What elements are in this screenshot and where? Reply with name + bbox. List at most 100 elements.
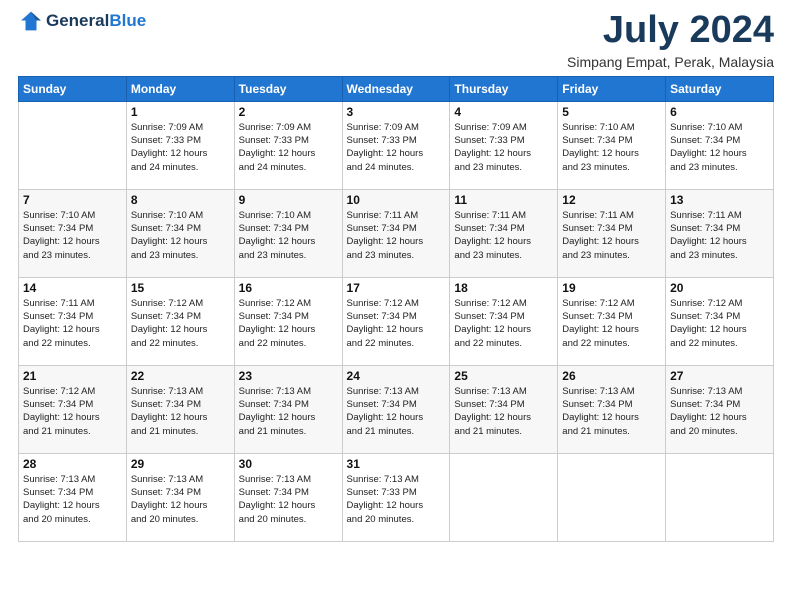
month-title: July 2024 xyxy=(567,10,774,52)
calendar-cell: 2 Sunrise: 7:09 AMSunset: 7:33 PMDaylight… xyxy=(234,101,342,189)
calendar-cell: 5 Sunrise: 7:10 AMSunset: 7:34 PMDaylight… xyxy=(558,101,666,189)
day-number: 7 xyxy=(23,193,122,207)
calendar-cell: 16 Sunrise: 7:12 AMSunset: 7:34 PMDayligh… xyxy=(234,277,342,365)
day-number: 10 xyxy=(347,193,446,207)
calendar-cell: 3 Sunrise: 7:09 AMSunset: 7:33 PMDaylight… xyxy=(342,101,450,189)
calendar-week-row: 7 Sunrise: 7:10 AMSunset: 7:34 PMDaylight… xyxy=(19,189,774,277)
page: GeneralBlue July 2024 Simpang Empat, Per… xyxy=(0,0,792,612)
day-number: 17 xyxy=(347,281,446,295)
day-number: 22 xyxy=(131,369,230,383)
day-info: Sunrise: 7:13 AMSunset: 7:34 PMDaylight:… xyxy=(239,473,338,526)
calendar-cell: 15Sunrise: 7:12 AMSunset: 7:34 PMDayligh… xyxy=(126,277,234,365)
calendar-cell: 22 Sunrise: 7:13 AMSunset: 7:34 PMDayligh… xyxy=(126,365,234,453)
day-number: 13 xyxy=(670,193,769,207)
day-info: Sunrise: 7:12 AMSunset: 7:34 PMDaylight:… xyxy=(562,297,661,350)
calendar-cell: 17 Sunrise: 7:12 AMSunset: 7:34 PMDayligh… xyxy=(342,277,450,365)
calendar-week-row: 1 Sunrise: 7:09 AMSunset: 7:33 PMDaylight… xyxy=(19,101,774,189)
calendar-cell xyxy=(666,453,774,541)
day-number: 19 xyxy=(562,281,661,295)
calendar-week-row: 28 Sunrise: 7:13 AMSunset: 7:34 PMDayligh… xyxy=(19,453,774,541)
day-info: Sunrise: 7:12 AMSunset: 7:34 PMDaylight:… xyxy=(23,385,122,438)
weekday-header: Thursday xyxy=(450,76,558,101)
calendar-cell: 27 Sunrise: 7:13 AMSunset: 7:34 PMDayligh… xyxy=(666,365,774,453)
calendar-cell: 10Sunrise: 7:11 AMSunset: 7:34 PMDayligh… xyxy=(342,189,450,277)
day-info: Sunrise: 7:13 AMSunset: 7:34 PMDaylight:… xyxy=(454,385,553,438)
calendar-cell: 21 Sunrise: 7:12 AMSunset: 7:34 PMDayligh… xyxy=(19,365,127,453)
day-number: 20 xyxy=(670,281,769,295)
day-number: 29 xyxy=(131,457,230,471)
day-info: Sunrise: 7:10 AMSunset: 7:34 PMDaylight:… xyxy=(23,209,122,262)
calendar-cell: 14 Sunrise: 7:11 AMSunset: 7:34 PMDayligh… xyxy=(19,277,127,365)
day-info: Sunrise: 7:09 AMSunset: 7:33 PMDaylight:… xyxy=(131,121,230,174)
calendar-cell: 9Sunrise: 7:10 AMSunset: 7:34 PMDaylight… xyxy=(234,189,342,277)
calendar-cell: 26 Sunrise: 7:13 AMSunset: 7:34 PMDayligh… xyxy=(558,365,666,453)
day-number: 14 xyxy=(23,281,122,295)
day-info: Sunrise: 7:10 AMSunset: 7:34 PMDaylight:… xyxy=(562,121,661,174)
day-info: Sunrise: 7:12 AMSunset: 7:34 PMDaylight:… xyxy=(239,297,338,350)
day-info: Sunrise: 7:09 AMSunset: 7:33 PMDaylight:… xyxy=(454,121,553,174)
weekday-header: Wednesday xyxy=(342,76,450,101)
calendar-cell: 4 Sunrise: 7:09 AMSunset: 7:33 PMDaylight… xyxy=(450,101,558,189)
day-info: Sunrise: 7:13 AMSunset: 7:34 PMDaylight:… xyxy=(131,473,230,526)
day-info: Sunrise: 7:11 AMSunset: 7:34 PMDaylight:… xyxy=(23,297,122,350)
day-number: 16 xyxy=(239,281,338,295)
day-info: Sunrise: 7:12 AMSunset: 7:34 PMDaylight:… xyxy=(347,297,446,350)
calendar-week-row: 14 Sunrise: 7:11 AMSunset: 7:34 PMDayligh… xyxy=(19,277,774,365)
calendar-cell: 30 Sunrise: 7:13 AMSunset: 7:34 PMDayligh… xyxy=(234,453,342,541)
day-info: Sunrise: 7:13 AMSunset: 7:34 PMDaylight:… xyxy=(131,385,230,438)
day-info: Sunrise: 7:10 AMSunset: 7:34 PMDaylight:… xyxy=(670,121,769,174)
day-number: 26 xyxy=(562,369,661,383)
day-info: Sunrise: 7:11 AMSunset: 7:34 PMDaylight:… xyxy=(562,209,661,262)
day-number: 30 xyxy=(239,457,338,471)
day-number: 15 xyxy=(131,281,230,295)
day-number: 6 xyxy=(670,105,769,119)
day-info: Sunrise: 7:10 AMSunset: 7:34 PMDaylight:… xyxy=(131,209,230,262)
calendar-table: SundayMondayTuesdayWednesdayThursdayFrid… xyxy=(18,76,774,542)
calendar-cell: 11 Sunrise: 7:11 AMSunset: 7:34 PMDayligh… xyxy=(450,189,558,277)
day-number: 5 xyxy=(562,105,661,119)
logo-general: General xyxy=(46,11,109,30)
day-info: Sunrise: 7:13 AMSunset: 7:34 PMDaylight:… xyxy=(562,385,661,438)
calendar-cell: 7 Sunrise: 7:10 AMSunset: 7:34 PMDaylight… xyxy=(19,189,127,277)
day-number: 31 xyxy=(347,457,446,471)
day-number: 23 xyxy=(239,369,338,383)
calendar-cell: 13 Sunrise: 7:11 AMSunset: 7:34 PMDayligh… xyxy=(666,189,774,277)
day-info: Sunrise: 7:13 AMSunset: 7:34 PMDaylight:… xyxy=(347,385,446,438)
day-number: 3 xyxy=(347,105,446,119)
day-info: Sunrise: 7:12 AMSunset: 7:34 PMDaylight:… xyxy=(454,297,553,350)
day-number: 25 xyxy=(454,369,553,383)
day-number: 8 xyxy=(131,193,230,207)
day-number: 2 xyxy=(239,105,338,119)
calendar-week-row: 21 Sunrise: 7:12 AMSunset: 7:34 PMDayligh… xyxy=(19,365,774,453)
day-info: Sunrise: 7:09 AMSunset: 7:33 PMDaylight:… xyxy=(347,121,446,174)
day-number: 27 xyxy=(670,369,769,383)
calendar-cell: 19 Sunrise: 7:12 AMSunset: 7:34 PMDayligh… xyxy=(558,277,666,365)
day-info: Sunrise: 7:11 AMSunset: 7:34 PMDaylight:… xyxy=(454,209,553,262)
logo-icon xyxy=(20,10,42,32)
weekday-header: Saturday xyxy=(666,76,774,101)
calendar-cell xyxy=(19,101,127,189)
day-number: 11 xyxy=(454,193,553,207)
day-info: Sunrise: 7:13 AMSunset: 7:34 PMDaylight:… xyxy=(239,385,338,438)
weekday-header: Friday xyxy=(558,76,666,101)
day-info: Sunrise: 7:11 AMSunset: 7:34 PMDaylight:… xyxy=(670,209,769,262)
calendar-header-row: SundayMondayTuesdayWednesdayThursdayFrid… xyxy=(19,76,774,101)
calendar-cell: 8 Sunrise: 7:10 AMSunset: 7:34 PMDaylight… xyxy=(126,189,234,277)
day-number: 4 xyxy=(454,105,553,119)
day-number: 1 xyxy=(131,105,230,119)
day-info: Sunrise: 7:09 AMSunset: 7:33 PMDaylight:… xyxy=(239,121,338,174)
calendar-cell: 12 Sunrise: 7:11 AMSunset: 7:34 PMDayligh… xyxy=(558,189,666,277)
day-number: 12 xyxy=(562,193,661,207)
title-block: July 2024 Simpang Empat, Perak, Malaysia xyxy=(567,10,774,70)
day-number: 21 xyxy=(23,369,122,383)
calendar-cell: 24Sunrise: 7:13 AMSunset: 7:34 PMDayligh… xyxy=(342,365,450,453)
weekday-header: Sunday xyxy=(19,76,127,101)
day-info: Sunrise: 7:13 AMSunset: 7:33 PMDaylight:… xyxy=(347,473,446,526)
header: GeneralBlue July 2024 Simpang Empat, Per… xyxy=(18,10,774,70)
calendar-cell: 1 Sunrise: 7:09 AMSunset: 7:33 PMDaylight… xyxy=(126,101,234,189)
day-number: 28 xyxy=(23,457,122,471)
calendar-cell xyxy=(450,453,558,541)
logo: GeneralBlue xyxy=(18,10,146,32)
calendar-cell: 23 Sunrise: 7:13 AMSunset: 7:34 PMDayligh… xyxy=(234,365,342,453)
day-info: Sunrise: 7:13 AMSunset: 7:34 PMDaylight:… xyxy=(670,385,769,438)
